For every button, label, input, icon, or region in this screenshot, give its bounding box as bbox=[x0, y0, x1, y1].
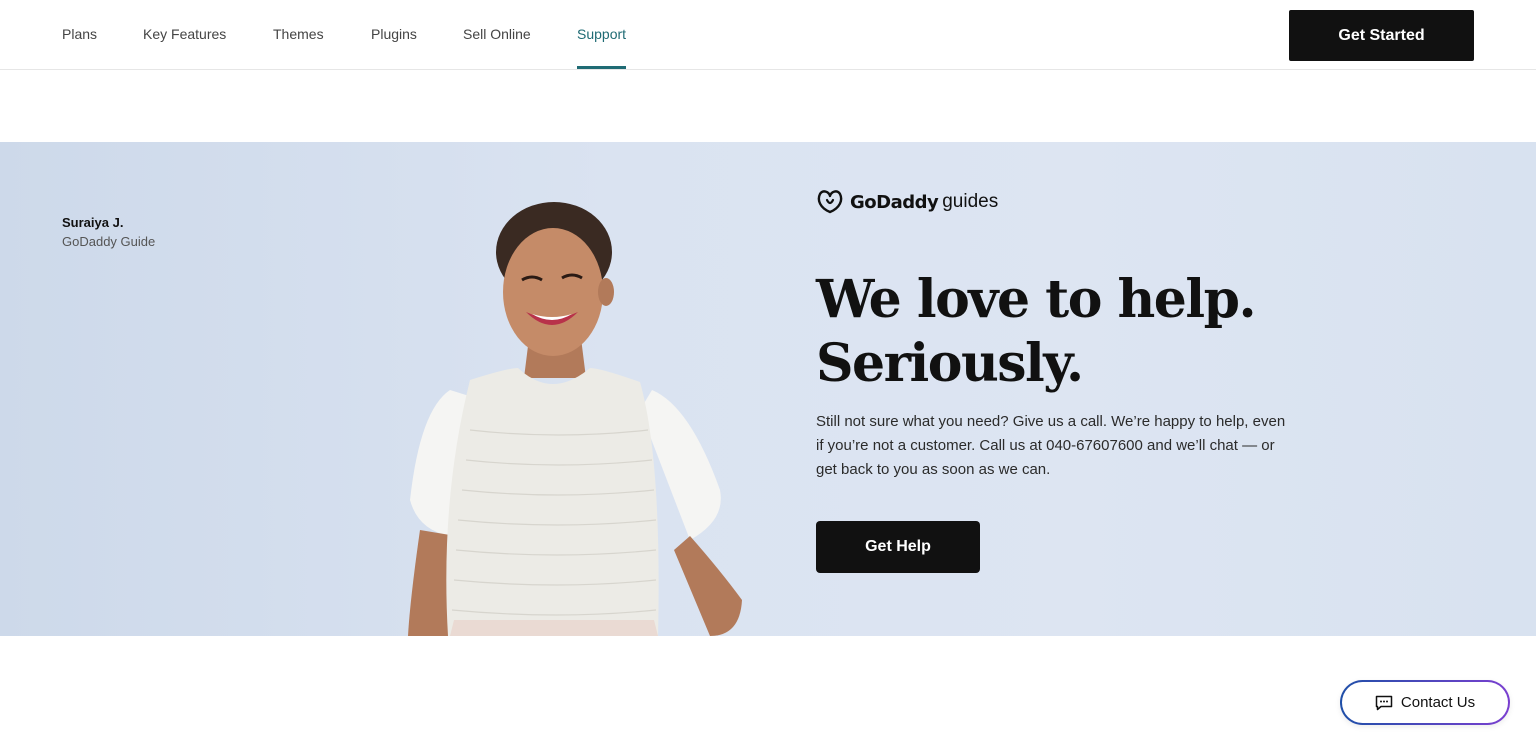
nav-plans[interactable]: Plans bbox=[62, 0, 97, 70]
guide-name: Suraiya J. bbox=[62, 215, 124, 230]
contact-us-button[interactable]: Contact Us bbox=[1340, 680, 1510, 725]
nav-key-features[interactable]: Key Features bbox=[143, 0, 226, 70]
headline-line-2: Seriously. bbox=[816, 333, 1084, 394]
guide-role: GoDaddy Guide bbox=[62, 234, 156, 249]
get-started-button[interactable]: Get Started bbox=[1289, 10, 1474, 61]
nav-plugins[interactable]: Plugins bbox=[371, 0, 417, 70]
hero-body-text: Still not sure what you need? Give us a … bbox=[816, 413, 1286, 478]
godaddy-logo-icon bbox=[817, 190, 843, 214]
get-help-button[interactable]: Get Help bbox=[816, 521, 980, 573]
contact-us-label: Contact Us bbox=[1400, 694, 1476, 711]
nav-support[interactable]: Support bbox=[577, 0, 627, 70]
guide-portrait-image bbox=[408, 202, 742, 636]
godaddy-guides-logo: GoDaddy guides bbox=[816, 188, 998, 216]
nav-themes[interactable]: Themes bbox=[273, 0, 324, 70]
brand-suffix: guides bbox=[942, 191, 999, 212]
brand-name: GoDaddy bbox=[850, 191, 939, 213]
nav-sell-online[interactable]: Sell Online bbox=[463, 0, 531, 70]
support-hero: Suraiya J. GoDaddy Guide GoDaddy guides … bbox=[0, 142, 1536, 636]
top-nav: Plans Key Features Themes Plugins Sell O… bbox=[0, 0, 1536, 70]
chat-icon bbox=[1375, 695, 1393, 710]
hero-headline: We love to help. Seriously. bbox=[816, 268, 1376, 396]
headline-line-1: We love to help. bbox=[816, 269, 1257, 330]
